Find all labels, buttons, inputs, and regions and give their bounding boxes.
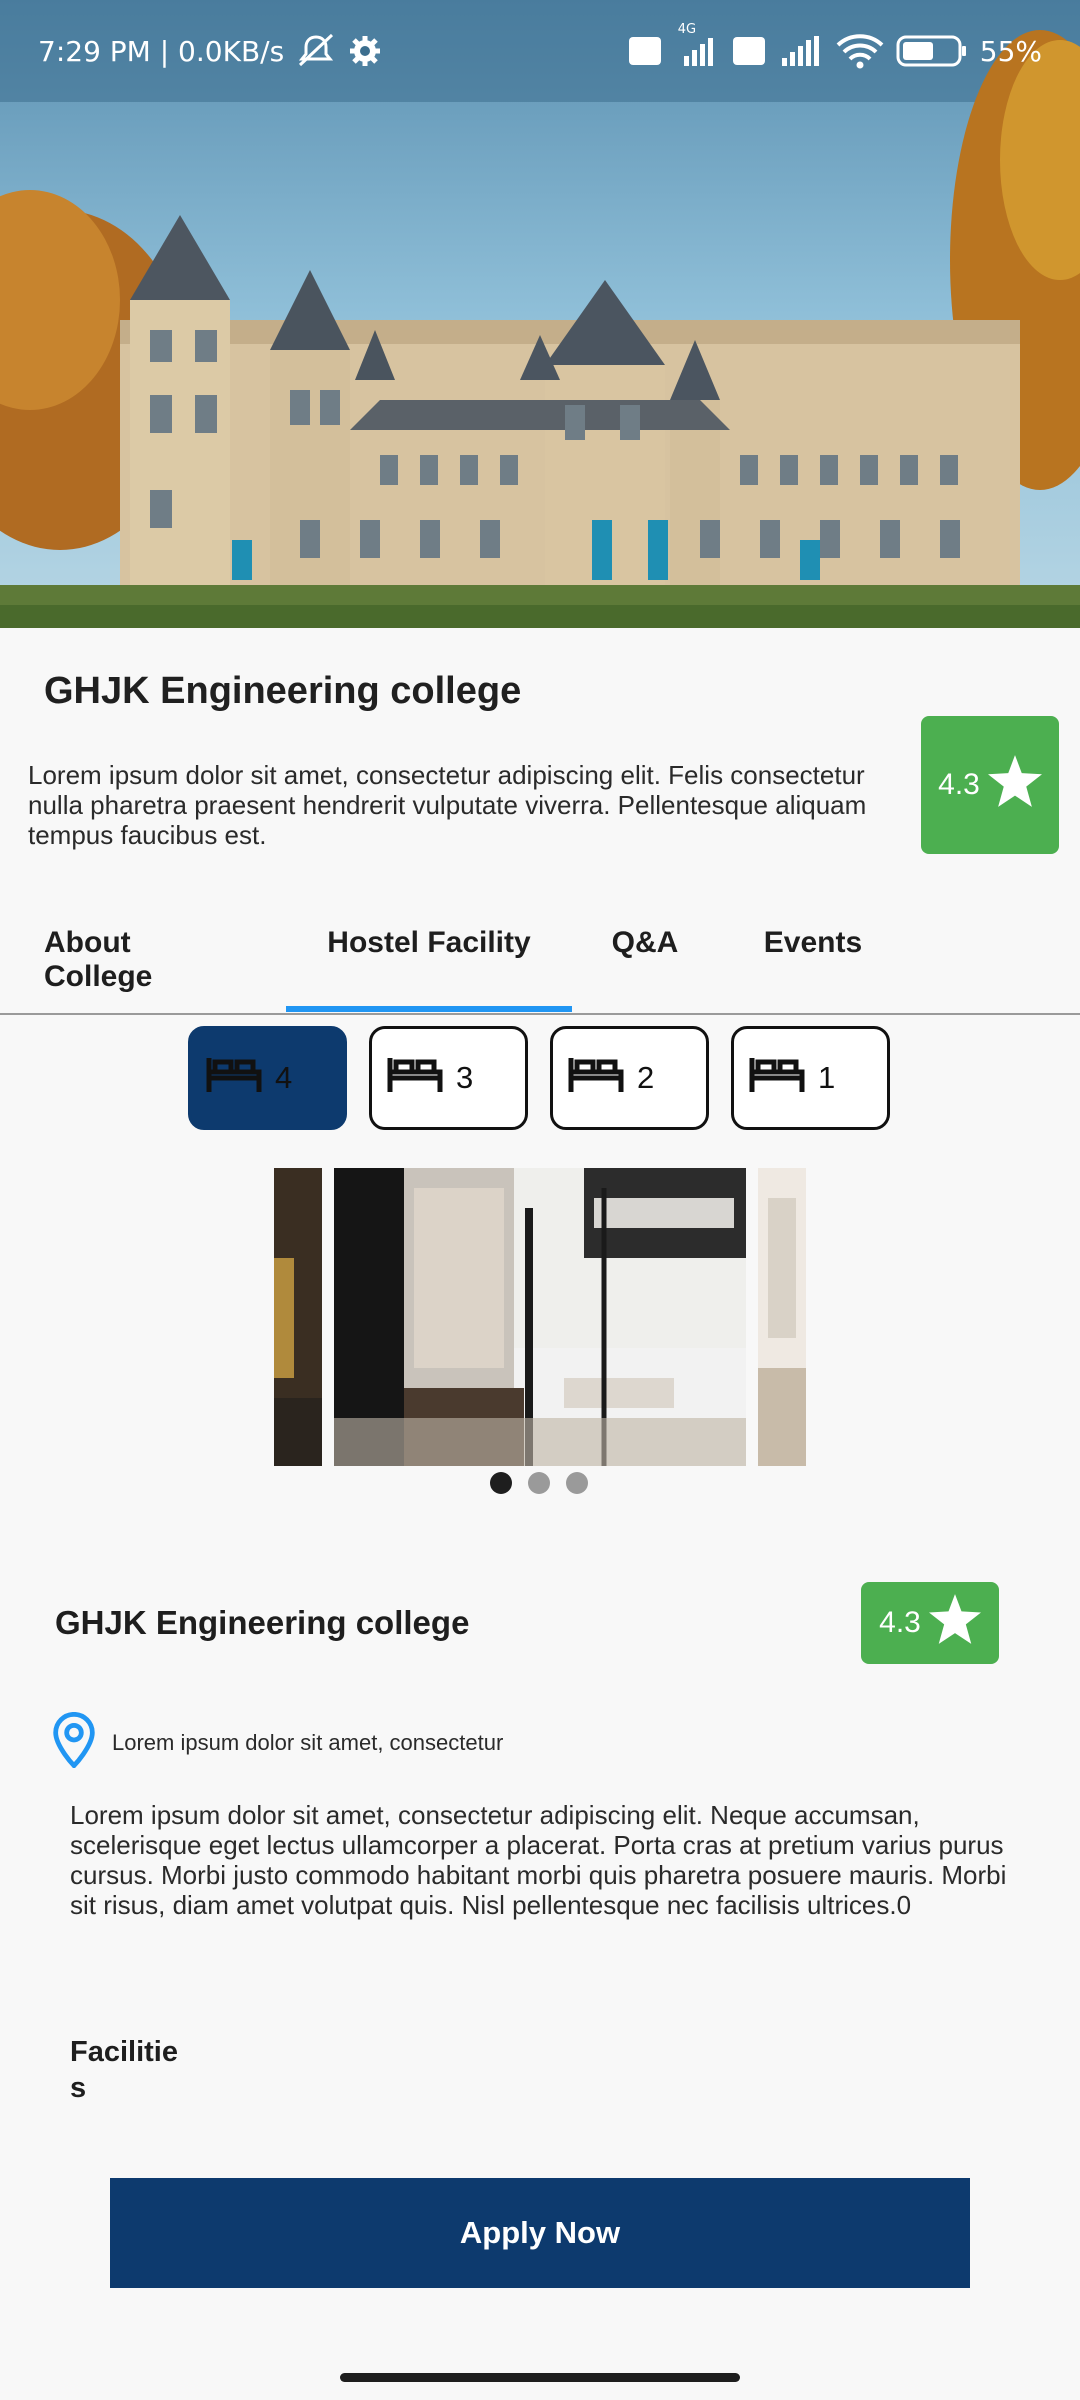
- bed-icon: [386, 1054, 444, 1102]
- status-bar: 7:29 PM | 0.0KB/s 4G 55%: [0, 0, 1080, 102]
- bed-option-3[interactable]: 3: [369, 1026, 528, 1130]
- detail-description: Lorem ipsum dolor sit amet, consectetur …: [70, 1800, 1007, 1920]
- star-icon: [928, 1594, 981, 1652]
- battery-icon: [896, 34, 968, 68]
- college-title: GHJK Engineering college: [44, 670, 522, 712]
- apply-now-button[interactable]: Apply Now: [110, 2178, 970, 2288]
- location-row: Lorem ipsum dolor sit amet, consectetur: [52, 1711, 504, 1773]
- bed-icon: [748, 1054, 806, 1102]
- rating-value: 4.3: [938, 768, 980, 801]
- bed-option-1[interactable]: 1: [731, 1026, 890, 1130]
- tab-bar: About College Hostel Facility Q&A Events: [0, 900, 1080, 1015]
- star-icon: [987, 755, 1042, 815]
- location-text: Lorem ipsum dolor sit amet, consectetur: [112, 1729, 504, 1755]
- settings-gear-icon: [348, 34, 382, 68]
- network-type-label: 4G: [677, 22, 697, 37]
- bed-icon: [205, 1054, 263, 1102]
- bed-option-4[interactable]: 4: [188, 1026, 347, 1130]
- facilities-heading: Facilities: [70, 2036, 178, 2104]
- carousel-slide-current[interactable]: [334, 1168, 746, 1466]
- bed-icon: [567, 1054, 625, 1102]
- hostel-image-carousel[interactable]: [274, 1168, 806, 1466]
- carousel-dot-3[interactable]: [566, 1472, 588, 1494]
- signal-icon: [778, 36, 824, 66]
- bed-count: 1: [818, 1060, 836, 1095]
- carousel-dot-1[interactable]: [490, 1472, 512, 1494]
- volte-icon: [628, 36, 662, 66]
- carousel-pagination: [490, 1472, 588, 1494]
- location-pin-icon: [52, 1711, 96, 1773]
- volte-icon-2: [732, 36, 766, 66]
- tab-qa[interactable]: Q&A: [600, 926, 690, 986]
- signal-4g-icon: 4G: [674, 22, 720, 66]
- carousel-slide-next[interactable]: [758, 1168, 806, 1466]
- rating-value: 4.3: [879, 1606, 921, 1639]
- bed-option-2[interactable]: 2: [550, 1026, 709, 1130]
- carousel-slide-prev[interactable]: [274, 1168, 322, 1466]
- detail-title: GHJK Engineering college: [55, 1604, 470, 1641]
- detail-rating-badge: 4.3: [861, 1582, 999, 1664]
- bed-options: 4 3 2 1: [188, 1026, 890, 1130]
- battery-percent: 55%: [979, 34, 1042, 68]
- carousel-dot-2[interactable]: [528, 1472, 550, 1494]
- bed-count: 3: [456, 1060, 474, 1095]
- college-rating-badge: 4.3: [921, 716, 1059, 854]
- tab-active-indicator: [286, 1006, 572, 1012]
- tab-hostel-facility[interactable]: Hostel Facility: [286, 926, 572, 986]
- mute-icon: [296, 33, 336, 69]
- bed-count: 2: [637, 1060, 655, 1095]
- home-indicator[interactable]: [340, 2373, 740, 2382]
- tab-about-college[interactable]: About College: [44, 926, 244, 993]
- status-time: 7:29 PM | 0.0KB/s: [38, 34, 285, 68]
- wifi-icon: [836, 33, 884, 69]
- tab-events[interactable]: Events: [748, 926, 878, 986]
- bed-count: 4: [275, 1060, 293, 1095]
- college-description: Lorem ipsum dolor sit amet, consectetur …: [28, 760, 867, 850]
